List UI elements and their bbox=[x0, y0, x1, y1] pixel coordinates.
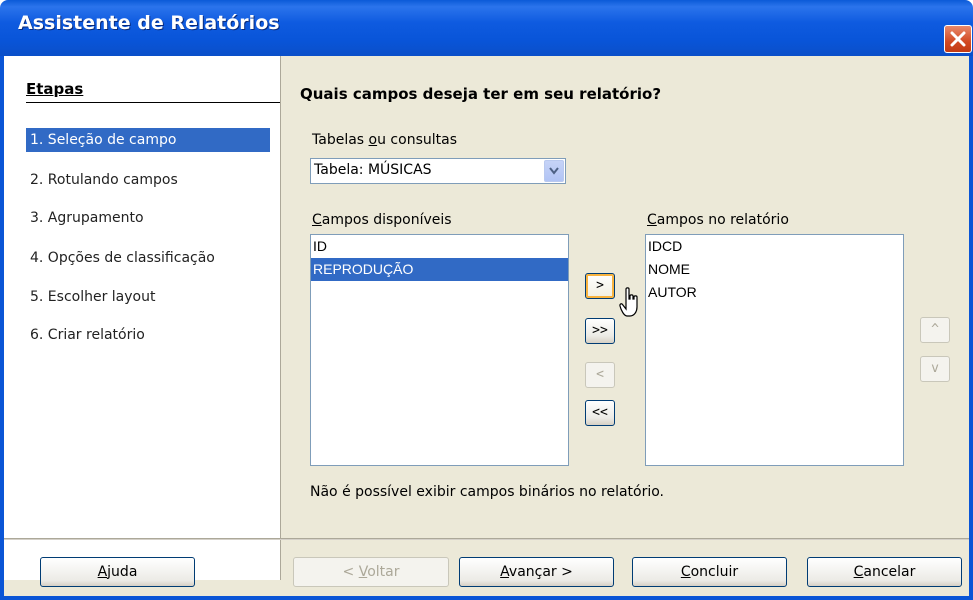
list-item[interactable]: AUTOR bbox=[646, 281, 903, 304]
finish-button[interactable]: Concluir bbox=[632, 557, 787, 587]
steps-divider bbox=[26, 102, 280, 103]
step-choose-layout[interactable]: 5. Escolher layout bbox=[26, 285, 270, 309]
add-all-fields-button[interactable]: >> bbox=[585, 318, 615, 344]
binary-fields-note: Não é possível exibir campos binários no… bbox=[310, 484, 665, 500]
remove-field-label: < bbox=[596, 367, 604, 382]
step-label: 5. Escolher layout bbox=[30, 289, 156, 305]
steps-panel: Etapas 1. Seleção de campo 2. Rotulando … bbox=[4, 56, 280, 580]
step-label: 6. Criar relatório bbox=[30, 327, 145, 343]
step-labeling-fields[interactable]: 2. Rotulando campos bbox=[26, 168, 270, 192]
remove-all-label: << bbox=[592, 405, 608, 420]
tables-label: Tabelas ou consultas bbox=[312, 132, 457, 148]
add-field-label: > bbox=[596, 278, 604, 293]
step-label: 2. Rotulando campos bbox=[30, 172, 178, 188]
page-question: Quais campos deseja ter em seu relatório… bbox=[300, 85, 662, 103]
remove-all-fields-button[interactable]: << bbox=[585, 400, 615, 426]
window-bottom-border bbox=[0, 596, 973, 600]
move-down-label: v bbox=[931, 361, 939, 376]
step-sort-options[interactable]: 4. Opções de classificação bbox=[26, 246, 270, 270]
next-button[interactable]: Avançar > bbox=[459, 557, 614, 587]
footer-separator bbox=[4, 538, 969, 540]
step-label: 1. Seleção de campo bbox=[30, 132, 177, 148]
list-item[interactable]: ID bbox=[311, 235, 568, 258]
close-icon bbox=[950, 31, 966, 47]
close-button[interactable] bbox=[944, 25, 972, 53]
step-label: 3. Agrupamento bbox=[30, 210, 144, 226]
dropdown-button[interactable] bbox=[544, 160, 564, 182]
mouse-pointer-icon bbox=[619, 287, 638, 317]
remove-field-button[interactable]: < bbox=[585, 362, 615, 388]
panel-divider bbox=[280, 56, 281, 580]
back-button[interactable]: < Voltar bbox=[293, 557, 449, 587]
window-title: Assistente de Relatórios bbox=[18, 12, 280, 34]
report-fields-list[interactable]: IDCD NOME AUTOR bbox=[645, 234, 904, 466]
step-grouping[interactable]: 3. Agrupamento bbox=[26, 206, 270, 230]
step-label: 4. Opções de classificação bbox=[30, 250, 215, 266]
cancel-button[interactable]: Cancelar bbox=[807, 557, 962, 587]
report-fields-label: Campos no relatório bbox=[647, 212, 789, 228]
help-button[interactable]: Ajuda bbox=[40, 557, 195, 587]
available-fields-list[interactable]: ID REPRODUÇÃO bbox=[310, 234, 569, 466]
available-fields-label: Campos disponíveis bbox=[312, 212, 452, 228]
step-field-selection[interactable]: 1. Seleção de campo bbox=[26, 128, 270, 152]
table-select-value: Tabela: MÚSICAS bbox=[314, 162, 432, 178]
table-select[interactable]: Tabela: MÚSICAS bbox=[310, 158, 566, 184]
list-item[interactable]: IDCD bbox=[646, 235, 903, 258]
list-item-selected[interactable]: REPRODUÇÃO bbox=[311, 258, 568, 281]
steps-heading: Etapas bbox=[26, 80, 84, 98]
move-down-button[interactable]: v bbox=[920, 356, 950, 382]
move-up-button[interactable]: ^ bbox=[920, 317, 950, 343]
list-item[interactable]: NOME bbox=[646, 258, 903, 281]
add-field-button[interactable]: > bbox=[585, 273, 615, 299]
title-bar: Assistente de Relatórios bbox=[0, 0, 973, 56]
move-up-label: ^ bbox=[931, 322, 939, 337]
step-create-report[interactable]: 6. Criar relatório bbox=[26, 323, 270, 347]
add-all-label: >> bbox=[592, 323, 608, 338]
chevron-down-icon bbox=[549, 167, 559, 175]
